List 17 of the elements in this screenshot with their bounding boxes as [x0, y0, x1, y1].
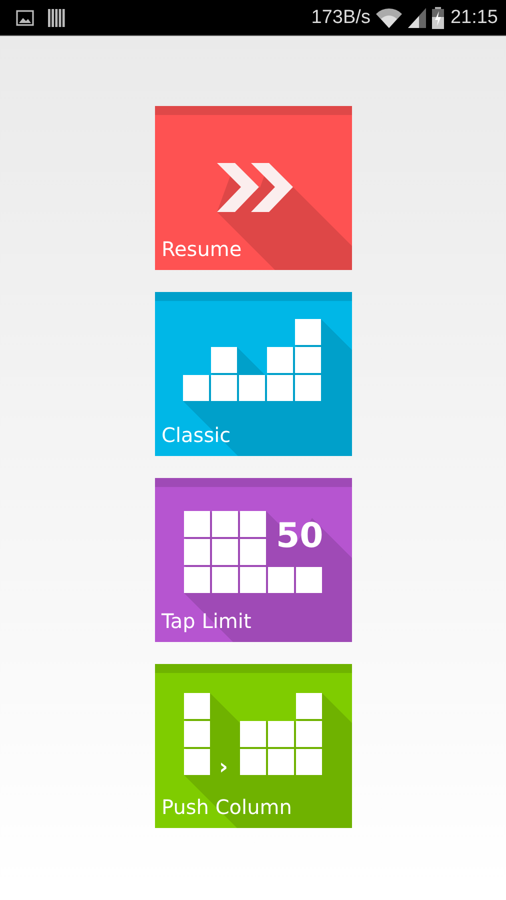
mode-tile[interactable]: 50 Tap Limit — [154, 478, 352, 642]
blocks-icon — [184, 511, 322, 593]
arrow-glyph: › — [218, 755, 228, 780]
double-chevron-icon — [216, 163, 292, 212]
image-icon — [16, 10, 34, 26]
mode-tile[interactable]: Resume — [154, 106, 352, 270]
battery-icon — [432, 6, 444, 28]
limit-count: 50 — [276, 516, 323, 556]
network-speed: 173B/s — [311, 6, 370, 28]
blocks-icon — [182, 319, 320, 401]
wifi-icon — [376, 8, 402, 28]
signal-icon — [408, 8, 426, 28]
clock: 21:15 — [450, 6, 498, 28]
mode-tile[interactable]: › Push Column — [154, 664, 352, 828]
bars-icon — [48, 8, 66, 26]
mode-tile[interactable]: Classic — [154, 292, 352, 456]
blocks-icon — [184, 693, 322, 775]
